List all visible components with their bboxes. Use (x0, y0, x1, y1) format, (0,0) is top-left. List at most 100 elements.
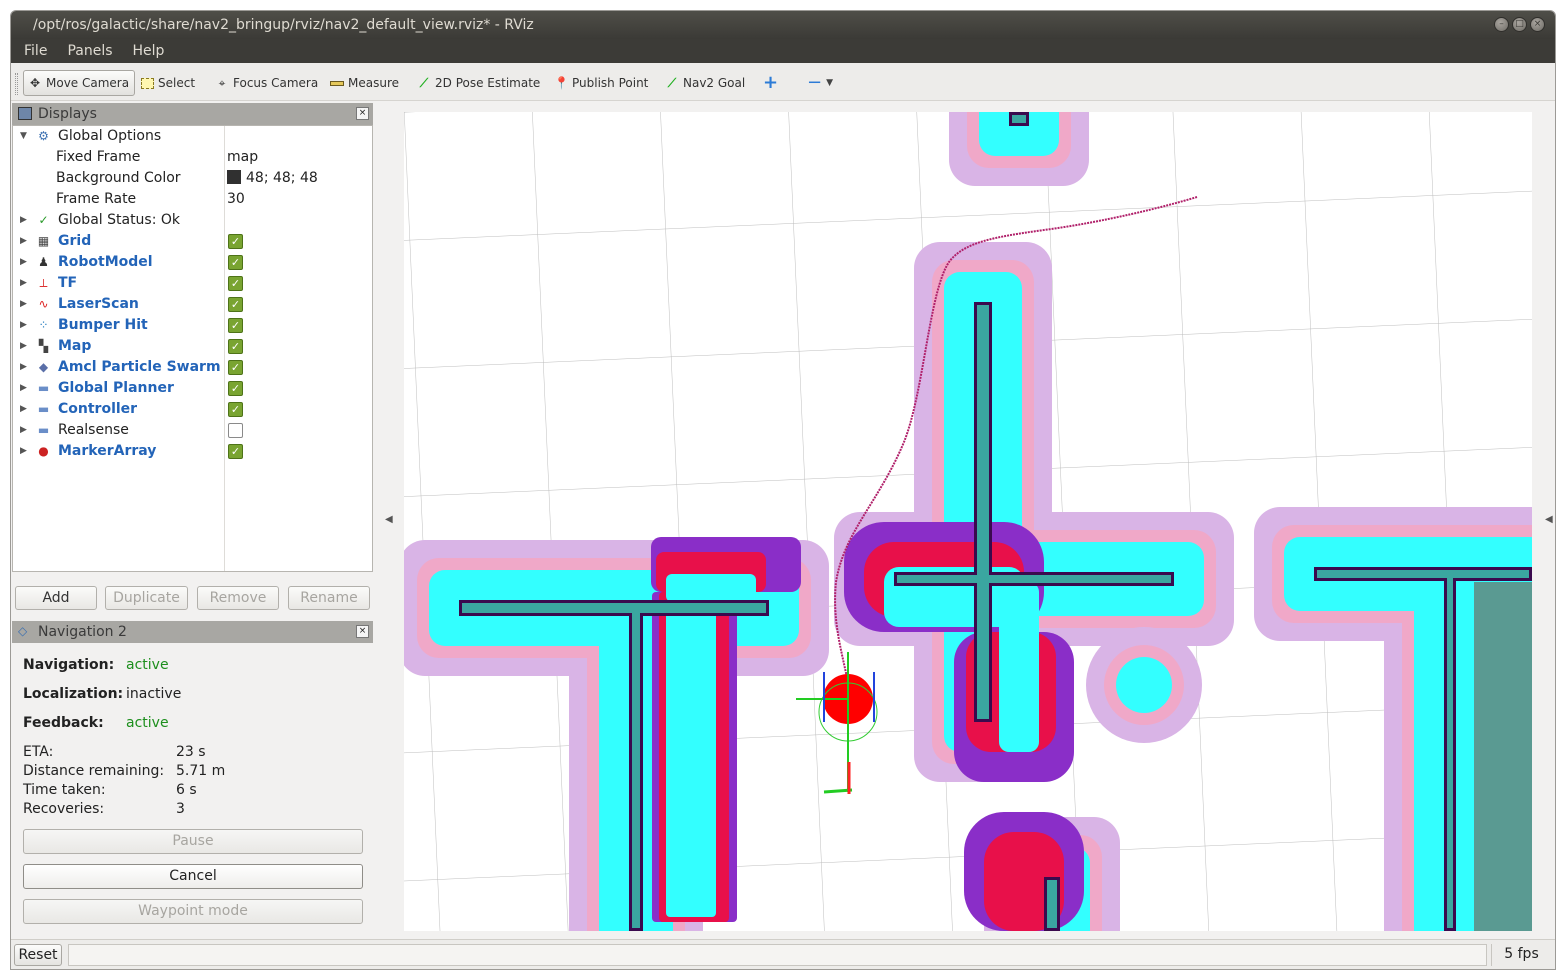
enable-checkbox[interactable]: ✓ (228, 444, 243, 459)
publish-point-tool[interactable]: 📍 Publish Point (550, 70, 652, 96)
enable-checkbox[interactable]: ✓ (228, 402, 243, 417)
chevron-right-icon[interactable]: ▶ (20, 231, 30, 252)
chevron-right-icon[interactable]: ▶ (20, 252, 30, 273)
chevron-right-icon[interactable]: ▶ (20, 357, 30, 378)
map-pin-icon: 📍 (554, 76, 569, 90)
recoveries-label: Recoveries: (23, 801, 105, 817)
rviz-window: /opt/ros/galactic/share/nav2_bringup/rvi… (10, 10, 1556, 970)
background-color-label: Background Color (56, 170, 181, 186)
enable-checkbox[interactable]: ✓ (228, 276, 243, 291)
display-item-label: Grid (58, 233, 92, 249)
tree-row-global-status[interactable]: ▶ ✓ Global Status: Ok (13, 210, 372, 231)
remove-tool-button[interactable]: − ▼ (803, 70, 837, 96)
chevron-right-icon[interactable]: ▶ (20, 441, 30, 462)
focus-camera-tool[interactable]: ⌖ Focus Camera (211, 70, 322, 96)
fixed-frame-label: Fixed Frame (56, 149, 141, 165)
display-item-realsense[interactable]: ▶ ▬ Realsense (13, 420, 372, 441)
menu-file[interactable]: File (23, 39, 58, 63)
close-icon[interactable]: × (356, 625, 369, 638)
navigation-label: Navigation: (23, 657, 115, 673)
remove-button[interactable]: Remove (197, 586, 279, 610)
enable-checkbox[interactable]: ✓ (228, 381, 243, 396)
inflation-island (1116, 657, 1172, 713)
close-icon[interactable]: × (1530, 17, 1545, 32)
robot-icon: ♟ (38, 255, 49, 269)
display-item-laserscan[interactable]: ▶ ∿ LaserScan ✓ (13, 294, 372, 315)
display-item-robotmodel[interactable]: ▶ ♟ RobotModel ✓ (13, 252, 372, 273)
display-item-markerarray[interactable]: ▶ ● MarkerArray ✓ (13, 441, 372, 462)
check-icon: ✓ (38, 213, 49, 227)
duplicate-button[interactable]: Duplicate (105, 586, 188, 610)
add-tool-button[interactable]: + (759, 70, 782, 96)
chevron-right-icon[interactable]: ▶ (20, 420, 30, 441)
select-tool[interactable]: Select (137, 70, 199, 96)
tree-row-fixed-frame[interactable]: Fixed Frame map (13, 147, 372, 168)
chevron-left-icon[interactable]: ◀ (1545, 514, 1553, 525)
enable-checkbox[interactable]: ✓ (228, 360, 243, 375)
chevron-left-icon[interactable]: ◀ (385, 514, 393, 525)
display-item-label: Map (58, 338, 92, 354)
nav2-panel-title: ◇ Navigation 2 × (12, 621, 373, 643)
display-item-label: MarkerArray (58, 443, 157, 459)
global-status-label: Global Status: Ok (58, 212, 181, 228)
nav2-goal-label: Nav2 Goal (683, 76, 746, 90)
window-title: /opt/ros/galactic/share/nav2_bringup/rvi… (33, 17, 534, 33)
chevron-right-icon[interactable]: ▶ (20, 294, 30, 315)
pose-estimate-label: 2D Pose Estimate (435, 76, 541, 90)
close-icon[interactable]: × (356, 107, 369, 120)
cancel-button[interactable]: Cancel (23, 864, 363, 889)
chevron-right-icon[interactable]: ▶ (20, 210, 30, 231)
localization-status: inactive (126, 686, 182, 702)
tree-row-background-color[interactable]: Background Color 48; 48; 48 (13, 168, 372, 189)
chevron-right-icon[interactable]: ▶ (20, 378, 30, 399)
chevron-right-icon[interactable]: ▶ (20, 315, 30, 336)
nav2-goal-tool[interactable]: ⟋ Nav2 Goal (661, 70, 749, 96)
display-item-tf[interactable]: ▶ ⟂ TF ✓ (13, 273, 372, 294)
pose-estimate-tool[interactable]: ⟋ 2D Pose Estimate (413, 70, 544, 96)
reset-button[interactable]: Reset (14, 944, 62, 966)
measure-label: Measure (348, 76, 399, 90)
display-item-grid[interactable]: ▶ ▦ Grid ✓ (13, 231, 372, 252)
background-color-value[interactable]: 48; 48; 48 (227, 168, 318, 189)
displays-panel-title: Displays × (12, 103, 373, 125)
eta-value: 23 s (176, 744, 206, 760)
display-item-global-planner[interactable]: ▶ ▬ Global Planner ✓ (13, 378, 372, 399)
enable-checkbox[interactable]: ✓ (228, 255, 243, 270)
display-item-map[interactable]: ▶ ▚ Map ✓ (13, 336, 372, 357)
waypoint-mode-button[interactable]: Waypoint mode (23, 899, 363, 924)
fps-indicator: 5 fps (1491, 944, 1551, 966)
chevron-right-icon[interactable]: ▶ (20, 399, 30, 420)
display-item-amcl-particle-swarm[interactable]: ▶ ◆ Amcl Particle Swarm ✓ (13, 357, 372, 378)
display-item-controller[interactable]: ▶ ▬ Controller ✓ (13, 399, 372, 420)
chevron-right-icon[interactable]: ▶ (20, 273, 30, 294)
add-button[interactable]: Add (15, 586, 97, 610)
minimize-icon[interactable]: – (1494, 17, 1509, 32)
pause-button[interactable]: Pause (23, 829, 363, 854)
displays-title: Displays (38, 106, 97, 122)
enable-checkbox[interactable]: ✓ (228, 339, 243, 354)
menu-help[interactable]: Help (132, 39, 176, 63)
tree-row-global-options[interactable]: ▼ ⚙ Global Options (13, 126, 372, 147)
enable-checkbox[interactable]: ✓ (228, 318, 243, 333)
displays-tree: ▼ ⚙ Global Options Fixed Frame map Backg… (12, 125, 373, 572)
measure-tool[interactable]: Measure (326, 70, 403, 96)
display-item-bumper-hit[interactable]: ▶ ⁘ Bumper Hit ✓ (13, 315, 372, 336)
rename-button[interactable]: Rename (288, 586, 370, 610)
time-taken-label: Time taken: (23, 782, 106, 798)
enable-checkbox[interactable] (228, 423, 243, 438)
toolbar-grip[interactable] (15, 73, 18, 95)
chevron-down-icon[interactable]: ▼ (20, 126, 30, 147)
enable-checkbox[interactable]: ✓ (228, 234, 243, 249)
render-3d-view[interactable] (404, 112, 1532, 931)
maximize-icon[interactable]: □ (1512, 17, 1527, 32)
enable-checkbox[interactable]: ✓ (228, 297, 243, 312)
fixed-frame-value[interactable]: map (227, 147, 258, 168)
tree-row-frame-rate[interactable]: Frame Rate 30 (13, 189, 372, 210)
menu-panels[interactable]: Panels (66, 39, 123, 63)
status-bar: Reset 5 fps (11, 939, 1555, 969)
folder-icon: ▬ (37, 402, 50, 416)
move-camera-tool[interactable]: ✥ Move Camera (23, 70, 135, 96)
chevron-right-icon[interactable]: ▶ (20, 336, 30, 357)
frame-rate-value[interactable]: 30 (227, 189, 245, 210)
map-canvas[interactable] (404, 112, 1532, 931)
